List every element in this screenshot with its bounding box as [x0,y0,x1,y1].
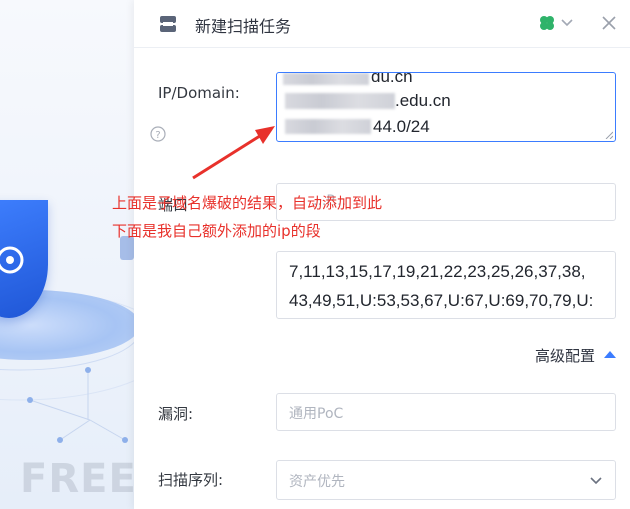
close-icon[interactable] [600,14,618,32]
redacted-text [285,119,371,134]
ip-line-3: 44.0/24 [373,117,430,136]
task-list-icon [160,16,176,32]
scan-order-value: 资产优先 [289,474,345,490]
red-arrow-annotation [192,126,275,180]
chevron-down-icon[interactable] [560,16,574,30]
scan-order-label: 扫描序列: [158,471,224,489]
svg-text:?: ? [155,130,160,141]
background-illustration: FREEBUF [0,0,134,509]
vuln-select[interactable]: 通用PoC [276,393,616,431]
resize-handle-icon[interactable] [605,131,613,139]
redacted-text [285,93,395,109]
clover-icon[interactable] [538,14,556,32]
annotation-line-2: 下面是我自己额外添加的ip的段 [112,222,321,240]
dialog-header: 新建扫描任务 [134,0,630,48]
ip-domain-label: IP/Domain: [158,84,240,102]
help-icon[interactable]: ? [150,126,166,142]
ip-line-1: du.cn [371,72,413,86]
scan-order-select[interactable]: 资产优先 [276,460,616,500]
redacted-text [283,73,369,85]
chevron-down-icon [590,477,602,485]
ip-domain-textarea[interactable]: du.cn .edu.cn 44.0/24 [276,72,616,142]
caret-up-icon[interactable] [604,351,616,358]
ports-line-1: 7,11,13,15,17,19,21,22,23,25,26,37,38, [289,262,586,281]
annotation-line-1: 上面是子域名爆破的结果，自动添加到此 [112,194,383,212]
freebuf-watermark: FREEBUF [20,456,134,502]
dialog-title: 新建扫描任务 [195,17,292,36]
new-scan-task-dialog: 新建扫描任务 IP/Domain: ? du.cn .edu.cn 44.0/2… [134,0,630,509]
advanced-config-toggle[interactable]: 高级配置 [535,345,595,366]
ports-line-2: 43,49,51,U:53,53,67,U:67,U:69,70,79,U: [289,291,594,310]
vuln-label: 漏洞: [158,405,194,423]
ports-text: 7,11,13,15,17,19,21,22,23,25,26,37,38, 4… [289,257,609,315]
vuln-placeholder: 通用PoC [289,406,344,422]
ip-line-2: .edu.cn [395,91,451,110]
shield-icon [0,200,48,318]
